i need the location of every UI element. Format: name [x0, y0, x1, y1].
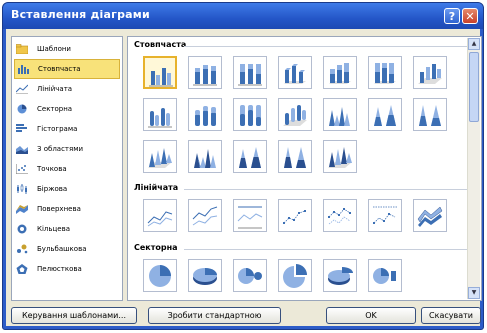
category-label: Кільцева	[37, 225, 71, 233]
chart-type-100-stacked-cone[interactable]	[413, 98, 447, 131]
chart-type-pie[interactable]	[143, 259, 177, 292]
chart-type-clustered-pyramid[interactable]	[188, 140, 222, 173]
scroll-thumb[interactable]	[469, 52, 479, 122]
category-label: Лінійчата	[37, 85, 73, 93]
chart-type-clustered-column[interactable]	[143, 56, 177, 89]
category-item-area[interactable]: З областями	[12, 139, 122, 159]
chart-type-3d-pyramid[interactable]	[323, 140, 357, 173]
category-item-column[interactable]: Стовпчаста	[14, 59, 120, 79]
section-divider	[184, 249, 467, 250]
category-item-scatter[interactable]: Точкова	[12, 159, 122, 179]
chart-type-3d-column[interactable]	[413, 56, 447, 89]
category-item-line[interactable]: Лінійчата	[12, 79, 122, 99]
category-label: Точкова	[37, 165, 67, 173]
gallery-scrollbar[interactable]: ▲ ▼	[467, 38, 480, 299]
category-label: Гістограма	[37, 125, 78, 133]
category-label: Шаблони	[37, 45, 71, 53]
stock-chart-icon	[16, 184, 28, 194]
radar-chart-icon	[16, 264, 28, 274]
chart-type-line-with-markers[interactable]	[278, 199, 312, 232]
section-title-column: Стовпчаста	[134, 40, 187, 49]
chart-type-stacked-line[interactable]	[188, 199, 222, 232]
chart-type-100-stacked-pyramid[interactable]	[278, 140, 312, 173]
chart-type-3d-pie[interactable]	[188, 259, 222, 292]
chart-type-stacked-column[interactable]	[188, 56, 222, 89]
category-item-bubble[interactable]: Бульбашкова	[12, 239, 122, 259]
manage-templates-button[interactable]: Керування шаблонами...	[11, 307, 137, 324]
set-as-default-button[interactable]: Зробити стандартною	[148, 307, 281, 324]
chart-type-3d-cylinder[interactable]	[278, 98, 312, 131]
category-item-templates[interactable]: Шаблони	[12, 39, 122, 59]
category-label: Стовпчаста	[38, 65, 81, 73]
section-title-pie: Секторна	[134, 243, 178, 252]
category-item-pie[interactable]: Секторна	[12, 99, 122, 119]
scatter-chart-icon	[16, 164, 28, 174]
bar-chart-icon	[16, 124, 28, 134]
chart-type-100-stacked-line-with-markers[interactable]	[368, 199, 402, 232]
dialog-title: Вставлення діаграми	[11, 8, 150, 21]
folder-icon	[15, 44, 29, 55]
chart-type-stacked-cone[interactable]	[368, 98, 402, 131]
chart-type-3d-clustered-column[interactable]	[278, 56, 312, 89]
chart-type-3d-line[interactable]	[413, 199, 447, 232]
chart-type-bar-of-pie[interactable]	[368, 259, 402, 292]
close-button[interactable]: ✕	[462, 8, 478, 24]
doughnut-chart-icon	[16, 224, 28, 234]
chart-type-100-stacked-line[interactable]	[233, 199, 267, 232]
category-label: Біржова	[37, 185, 68, 193]
chart-type-3d-stacked-column[interactable]	[323, 56, 357, 89]
chart-type-clustered-cone[interactable]	[323, 98, 357, 131]
chart-type-line[interactable]	[143, 199, 177, 232]
category-label: Поверхнева	[37, 205, 81, 213]
dialog-body: Шаблони Стовпчаста Лінійчата Секторна Гі…	[6, 29, 482, 326]
area-chart-icon	[16, 144, 28, 154]
scroll-up-arrow-icon[interactable]: ▲	[468, 38, 480, 50]
chart-type-clustered-cylinder[interactable]	[143, 98, 177, 131]
category-label: З областями	[37, 145, 84, 153]
category-item-stock[interactable]: Біржова	[12, 179, 122, 199]
chart-type-stacked-pyramid[interactable]	[233, 140, 267, 173]
chart-type-stacked-line-with-markers[interactable]	[323, 199, 357, 232]
chart-type-100-stacked-column[interactable]	[233, 56, 267, 89]
category-item-radar[interactable]: Пелюсткова	[12, 259, 122, 279]
chart-category-list: Шаблони Стовпчаста Лінійчата Секторна Гі…	[11, 36, 123, 301]
category-label: Бульбашкова	[37, 245, 87, 253]
insert-chart-dialog: Вставлення діаграми ? ✕ Шаблони Стовпчас…	[2, 2, 484, 330]
chart-type-stacked-cylinder[interactable]	[188, 98, 222, 131]
pie-chart-icon	[16, 104, 28, 114]
section-divider	[184, 46, 467, 47]
line-chart-icon	[15, 84, 29, 94]
category-item-doughnut[interactable]: Кільцева	[12, 219, 122, 239]
chart-type-3d-100-stacked-column[interactable]	[368, 56, 402, 89]
column-chart-icon	[17, 64, 29, 74]
chart-type-exploded-pie[interactable]	[278, 259, 312, 292]
section-title-line: Лінійчата	[134, 183, 179, 192]
scroll-down-arrow-icon[interactable]: ▼	[468, 287, 480, 299]
ok-button[interactable]: OK	[326, 307, 416, 324]
chart-type-100-stacked-cylinder[interactable]	[233, 98, 267, 131]
category-label: Пелюсткова	[37, 265, 82, 273]
title-bar: Вставлення діаграми ? ✕	[3, 3, 483, 29]
cancel-button[interactable]: Скасувати	[421, 307, 481, 324]
category-item-surface[interactable]: Поверхнева	[12, 199, 122, 219]
chart-gallery: Стовпчаста Лінійчата Секторна ▲ ▼	[127, 36, 482, 301]
chart-type-pie-of-pie[interactable]	[233, 259, 267, 292]
category-label: Секторна	[37, 105, 73, 113]
category-item-bar[interactable]: Гістограма	[12, 119, 122, 139]
chart-type-3d-cone[interactable]	[143, 140, 177, 173]
surface-chart-icon	[16, 204, 28, 214]
chart-type-3d-exploded-pie[interactable]	[323, 259, 357, 292]
section-divider	[184, 189, 467, 190]
help-button[interactable]: ?	[444, 8, 460, 24]
bubble-chart-icon	[16, 244, 28, 254]
